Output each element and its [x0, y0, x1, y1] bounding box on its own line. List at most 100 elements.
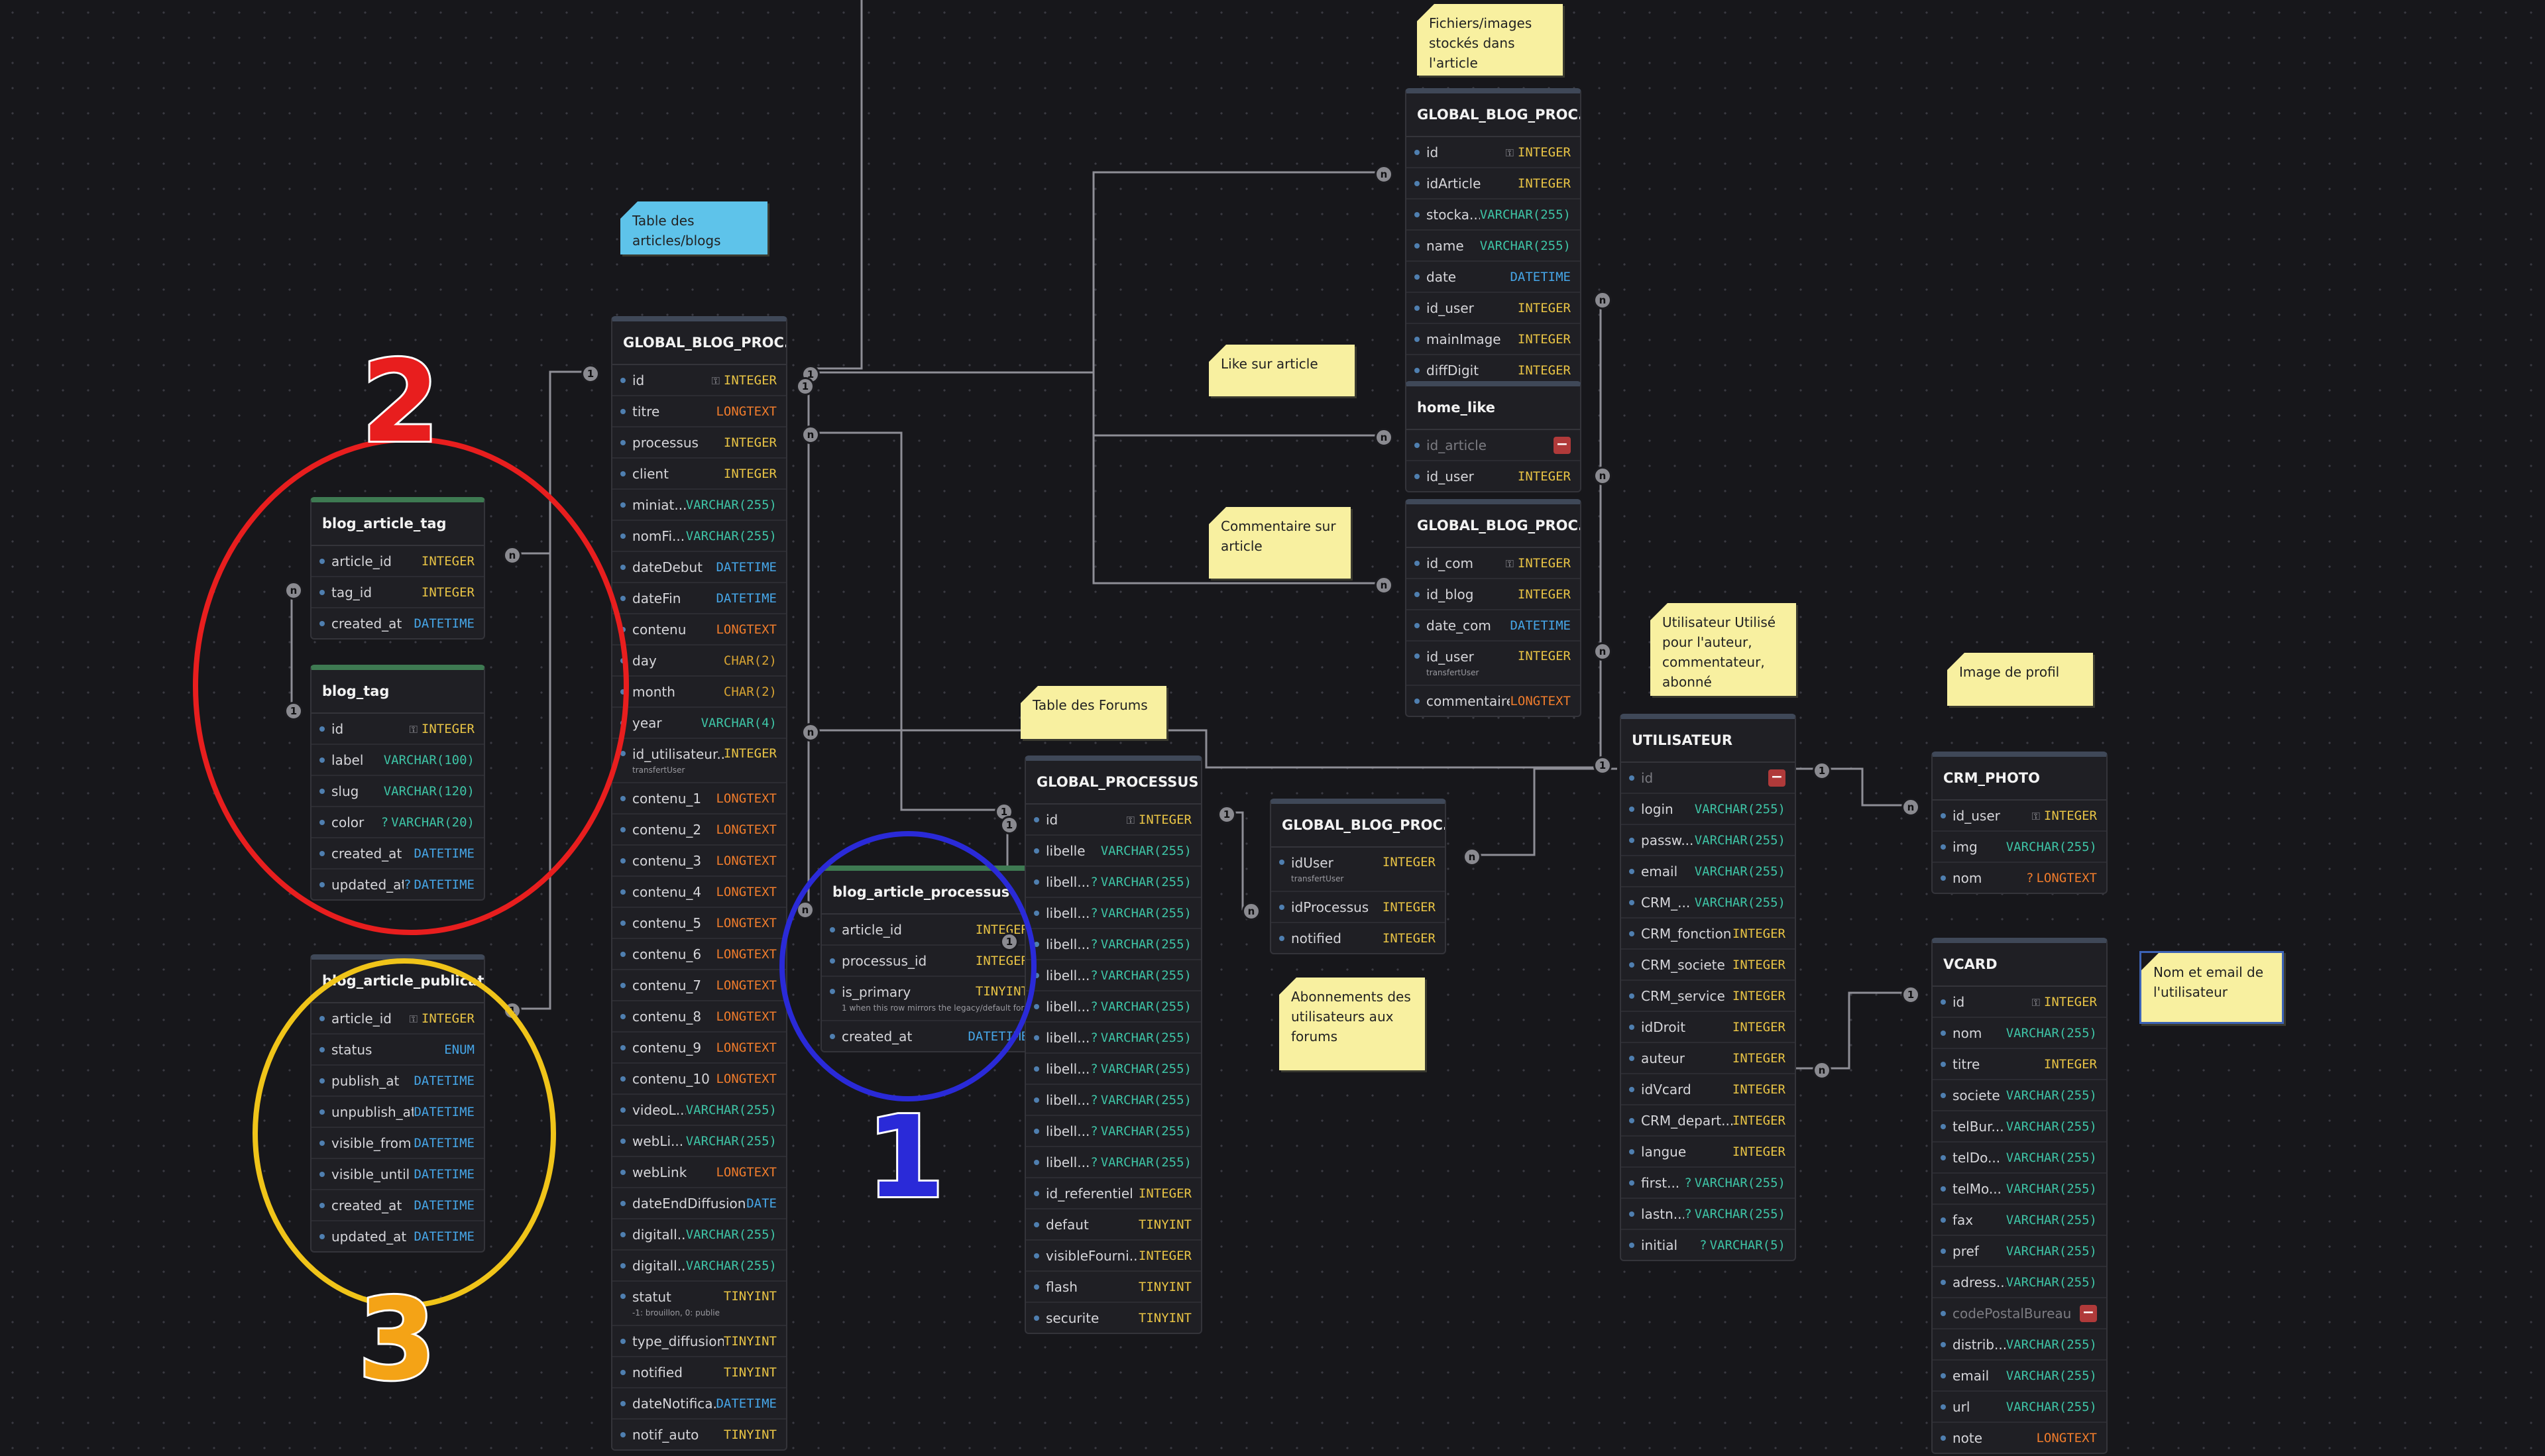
column-row-libell[interactable]: libell...? VARCHAR(255) [1026, 898, 1201, 929]
column-row-libell[interactable]: libell...? VARCHAR(255) [1026, 1116, 1201, 1147]
column-row-lastn[interactable]: lastn...? VARCHAR(255) [1621, 1199, 1795, 1230]
column-row-id-com[interactable]: id_com ⚿ INTEGER [1406, 548, 1580, 579]
table-blog-article-publication[interactable]: blog_article_publication article_id ⚿INTEG… [310, 954, 485, 1253]
column-row-stocka[interactable]: stocka... VARCHAR(255) [1406, 199, 1580, 231]
column-row-dateenddiffusion[interactable]: dateEndDiffusion DATE [612, 1188, 786, 1219]
column-row-libell[interactable]: libell...? VARCHAR(255) [1026, 929, 1201, 960]
column-row-adress[interactable]: adress... VARCHAR(255) [1933, 1267, 2106, 1298]
column-row-contenu-5[interactable]: contenu_5 LONGTEXT [612, 908, 786, 939]
column-row-telmo[interactable]: telMo... VARCHAR(255) [1933, 1174, 2106, 1205]
column-row-distrib[interactable]: distrib... VARCHAR(255) [1933, 1329, 2106, 1361]
column-row-libell[interactable]: libell...? VARCHAR(255) [1026, 867, 1201, 898]
column-row-crm-fonction[interactable]: CRM_fonction INTEGER [1621, 919, 1795, 950]
column-row-url[interactable]: url VARCHAR(255) [1933, 1392, 2106, 1423]
column-row-notified[interactable]: notified INTEGER [1271, 923, 1445, 953]
column-row-crm-service[interactable]: CRM_service INTEGER [1621, 981, 1795, 1012]
column-row-note[interactable]: note LONGTEXT [1933, 1423, 2106, 1453]
table-global-blog-abonnements[interactable]: GLOBAL_BLOG_PROC... idUser INTEGER transfer… [1270, 799, 1446, 954]
column-row-year[interactable]: year VARCHAR(4) [612, 708, 786, 739]
column-row-id[interactable]: id ⚿ INTEGER [311, 714, 484, 745]
column-row-tag-id[interactable]: tag_id INTEGER [311, 577, 484, 608]
column-row-id[interactable]: id ⚿ INTEGER [612, 365, 786, 396]
column-row-email[interactable]: email VARCHAR(255) [1621, 856, 1795, 887]
column-row-name[interactable]: name VARCHAR(255) [1406, 231, 1580, 262]
column-row-contenu-2[interactable]: contenu_2 LONGTEXT [612, 814, 786, 846]
column-row-updated-at[interactable]: updated_at? DATETIME [311, 869, 484, 899]
table-blog-article-tag[interactable]: blog_article_tag article_id INTEGER tag_id I… [310, 497, 485, 640]
column-row-label[interactable]: label VARCHAR(100) [311, 745, 484, 776]
note-photo[interactable]: Image de profil [1947, 653, 2093, 706]
column-row-idarticle[interactable]: idArticle INTEGER [1406, 168, 1580, 199]
column-row-contenu-8[interactable]: contenu_8 LONGTEXT [612, 1001, 786, 1033]
column-row-id-article[interactable]: id_article − [1406, 430, 1580, 461]
column-row-mainimage[interactable]: mainImage INTEGER [1406, 324, 1580, 355]
column-row-created-at[interactable]: created_at DATETIME [311, 608, 484, 638]
column-row-date[interactable]: date DATETIME [1406, 262, 1580, 293]
column-row-created-at[interactable]: created_at DATETIME [311, 838, 484, 869]
column-row-created-at[interactable]: created_at DATETIME [311, 1190, 484, 1221]
column-row-libell[interactable]: libell...? VARCHAR(255) [1026, 1147, 1201, 1178]
table-home-like[interactable]: home_like id_article − id_user INTEGER [1405, 381, 1581, 492]
column-row-titre[interactable]: titre INTEGER [1933, 1049, 2106, 1080]
note-forums[interactable]: Table des Forums [1021, 686, 1166, 739]
column-row-id-referentiel[interactable]: id_referentiel INTEGER [1026, 1178, 1201, 1209]
column-row-libelle[interactable]: libelle VARCHAR(255) [1026, 836, 1201, 867]
column-row-videol[interactable]: videoL... VARCHAR(255) [612, 1095, 786, 1126]
column-row-idprocessus[interactable]: idProcessus INTEGER [1271, 892, 1445, 923]
column-row-contenu-3[interactable]: contenu_3 LONGTEXT [612, 846, 786, 877]
column-row-defaut[interactable]: defaut TINYINT [1026, 1209, 1201, 1241]
column-row-unpublish-at[interactable]: unpublish_at DATETIME [311, 1097, 484, 1128]
minus-icon[interactable]: − [1768, 769, 1785, 787]
column-row-contenu-4[interactable]: contenu_4 LONGTEXT [612, 877, 786, 908]
column-row-contenu-6[interactable]: contenu_6 LONGTEXT [612, 939, 786, 970]
column-row-contenu-9[interactable]: contenu_9 LONGTEXT [612, 1033, 786, 1064]
column-row-day[interactable]: day CHAR(2) [612, 645, 786, 677]
column-row-date-com[interactable]: date_com DATETIME [1406, 610, 1580, 642]
table-utilisateur[interactable]: UTILISATEUR id − login VARCHAR(255) passw... V… [1620, 714, 1796, 1261]
column-row-notified[interactable]: notified TINYINT [612, 1357, 786, 1388]
column-row-contenu-7[interactable]: contenu_7 LONGTEXT [612, 970, 786, 1001]
column-row-datenotifica[interactable]: dateNotifica...DATETIME [612, 1388, 786, 1420]
column-row-nom[interactable]: nom? LONGTEXT [1933, 863, 2106, 893]
column-row-crm[interactable]: CRM_... VARCHAR(255) [1621, 887, 1795, 919]
column-row-fax[interactable]: fax VARCHAR(255) [1933, 1205, 2106, 1236]
table-vcard[interactable]: VCARD id ⚿ INTEGER nom VARCHAR(255) titre INTEG… [1931, 938, 2108, 1454]
note-files[interactable]: Fichiers/images stockés dans l'article [1417, 4, 1563, 76]
column-row-miniat[interactable]: miniat... VARCHAR(255) [612, 490, 786, 521]
column-row-weblink[interactable]: webLink LONGTEXT [612, 1157, 786, 1188]
column-row-langue[interactable]: langue INTEGER [1621, 1137, 1795, 1168]
column-row-id[interactable]: id ⚿ INTEGER [1933, 987, 2106, 1018]
column-row-slug[interactable]: slug VARCHAR(120) [311, 776, 484, 807]
column-row-id-utilisateur[interactable]: id_utilisateur... INTEGER transfertUser [612, 739, 786, 783]
column-row-flash[interactable]: flash TINYINT [1026, 1272, 1201, 1303]
note-articles[interactable]: Table des articles/blogs [620, 201, 767, 254]
column-row-contenu-1[interactable]: contenu_1 LONGTEXT [612, 783, 786, 814]
column-row-digitall[interactable]: digitall... VARCHAR(255) [612, 1251, 786, 1282]
column-row-auteur[interactable]: auteur INTEGER [1621, 1043, 1795, 1074]
column-row-nom[interactable]: nom VARCHAR(255) [1933, 1018, 2106, 1049]
column-row-datedebut[interactable]: dateDebut DATETIME [612, 552, 786, 583]
column-row-updated-at[interactable]: updated_at DATETIME [311, 1221, 484, 1251]
note-vcard[interactable]: Nom et email de l'utilisateur [2139, 951, 2284, 1024]
column-row-img[interactable]: img VARCHAR(255) [1933, 832, 2106, 863]
column-row-id[interactable]: id − [1621, 763, 1795, 794]
minus-icon[interactable]: − [1554, 436, 1571, 454]
column-row-iduser[interactable]: idUser INTEGER transfertUser [1271, 848, 1445, 892]
column-row-telbur[interactable]: telBur... VARCHAR(255) [1933, 1111, 2106, 1143]
column-row-processus[interactable]: processus INTEGER [612, 427, 786, 459]
column-row-month[interactable]: month CHAR(2) [612, 677, 786, 708]
column-row-nomfi[interactable]: nomFi... VARCHAR(255) [612, 521, 786, 552]
table-crm-photo[interactable]: CRM_PHOTO id_user ⚿ INTEGER img VARCHAR(255) n… [1931, 752, 2108, 894]
column-row-visible-until[interactable]: visible_until DATETIME [311, 1159, 484, 1190]
column-row-contenu-10[interactable]: contenu_10 LONGTEXT [612, 1064, 786, 1095]
column-row-idvcard[interactable]: idVcard INTEGER [1621, 1074, 1795, 1105]
column-row-iddroit[interactable]: idDroit INTEGER [1621, 1012, 1795, 1043]
column-row-libell[interactable]: libell...? VARCHAR(255) [1026, 991, 1201, 1023]
column-row-id[interactable]: id ⚿ INTEGER [1406, 137, 1580, 168]
column-row-statut[interactable]: statut TINYINT -1: brouillon, 0: publie [612, 1282, 786, 1326]
column-row-titre[interactable]: titre LONGTEXT [612, 396, 786, 427]
column-row-id[interactable]: id ⚿ INTEGER [1026, 805, 1201, 836]
column-row-client[interactable]: client INTEGER [612, 459, 786, 490]
column-row-libell[interactable]: libell...? VARCHAR(255) [1026, 1054, 1201, 1085]
column-row-id-user[interactable]: id_user INTEGER transfertUser [1406, 642, 1580, 686]
